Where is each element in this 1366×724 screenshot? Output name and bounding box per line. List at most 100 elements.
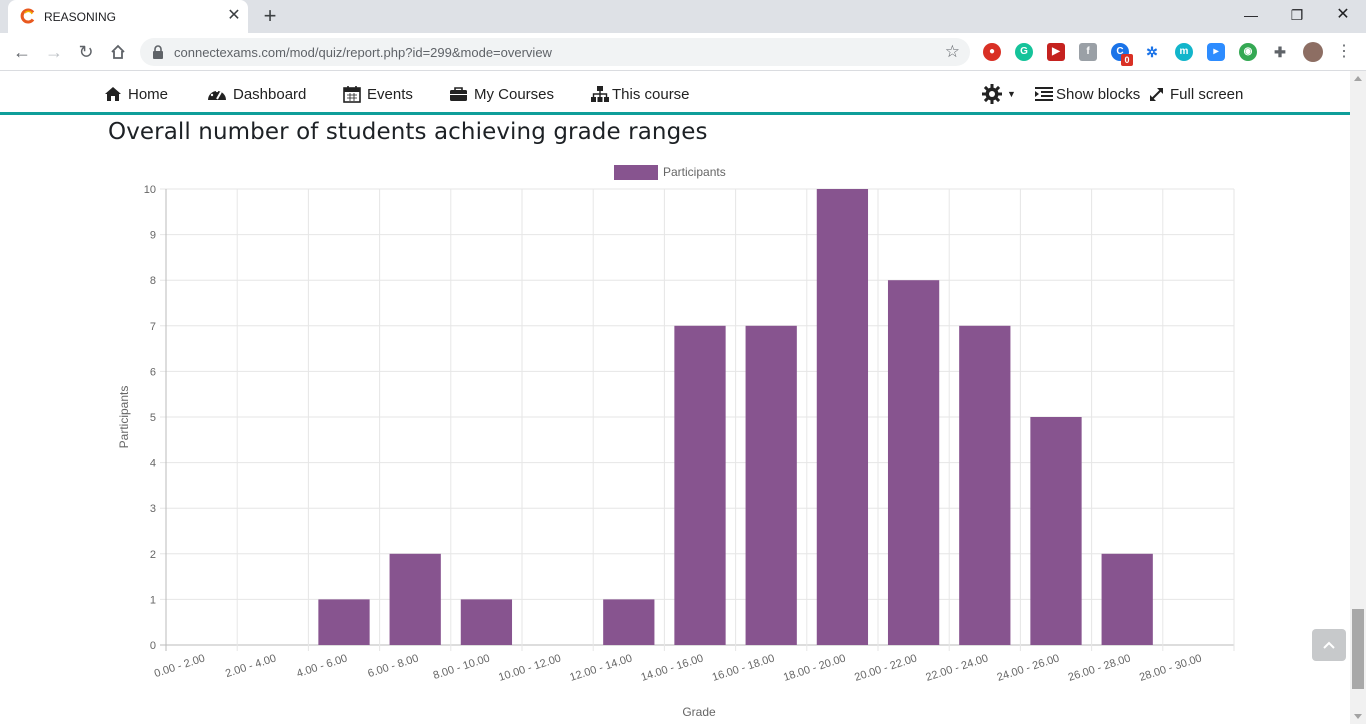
nav-dashboard[interactable]: Dashboard xyxy=(207,83,306,105)
meet-extension-icon[interactable]: m xyxy=(1175,43,1193,61)
nav-home[interactable]: Home xyxy=(104,83,168,105)
x-tick-label: 26.00 - 28.00 xyxy=(1067,652,1132,683)
x-tick-label: 4.00 - 6.00 xyxy=(295,652,349,680)
nav-home-label: Home xyxy=(128,85,169,103)
profile-avatar[interactable] xyxy=(1303,42,1323,62)
full-screen-button[interactable]: Full screen xyxy=(1148,83,1243,105)
nav-events[interactable]: Events xyxy=(343,83,413,105)
x-tick-label: 16.00 - 18.00 xyxy=(711,652,776,683)
globe-extension-icon[interactable]: ◉ xyxy=(1239,43,1257,61)
nav-this-course[interactable]: This course xyxy=(590,83,690,105)
y-tick-label: 2 xyxy=(150,549,156,561)
x-tick-label: 18.00 - 20.00 xyxy=(782,652,847,683)
x-tick-label: 12.00 - 14.00 xyxy=(568,652,633,683)
reload-icon[interactable]: ↻ xyxy=(74,40,98,64)
bar-22-00-24-00 xyxy=(959,325,1011,645)
tab-close-icon[interactable]: ✕ xyxy=(224,6,244,26)
y-tick-label: 9 xyxy=(150,230,156,242)
legend-swatch xyxy=(614,165,658,180)
extension-badge: 0 xyxy=(1121,54,1133,66)
y-tick-label: 0 xyxy=(150,640,156,652)
restore-icon[interactable]: ❐ xyxy=(1282,4,1312,26)
chevron-up-icon xyxy=(1323,641,1335,649)
browser-tab[interactable]: REASONING ✕ xyxy=(8,0,248,33)
zoom-extension-icon[interactable]: ▸ xyxy=(1207,43,1225,61)
grade-distribution-chart: 0 1 2 3 4 5 6 7 8 9 10 0.00 - 2.00 2.00 - 4.00 4.00 -… xyxy=(117,165,1235,719)
x-tick-label: 2.00 - 4.00 xyxy=(224,652,278,680)
y-tick-label: 1 xyxy=(150,594,156,606)
show-blocks-label: Show blocks xyxy=(1056,85,1141,103)
tab-title: REASONING xyxy=(44,10,117,24)
browser-toolbar: ← → ↻ connectexams.com/mod/quiz/report.p… xyxy=(0,33,1366,71)
scroll-down-icon[interactable] xyxy=(1354,714,1362,719)
y-tick-label: 10 xyxy=(144,184,156,196)
moodle-favicon-icon xyxy=(20,8,35,24)
extensions-puzzle-icon[interactable]: ✚ xyxy=(1271,43,1289,61)
home-icon xyxy=(105,87,121,101)
sitemap-icon xyxy=(591,86,609,102)
minimize-icon[interactable]: — xyxy=(1236,4,1266,26)
x-axis-title: Grade xyxy=(682,705,716,719)
nav-dashboard-label: Dashboard xyxy=(233,85,307,103)
y-tick-label: 6 xyxy=(150,366,156,378)
page-title: Overall number of students achieving gra… xyxy=(108,119,708,145)
x-tick-label: 14.00 - 16.00 xyxy=(640,652,705,683)
nav-events-label: Events xyxy=(367,85,413,103)
address-bar[interactable]: connectexams.com/mod/quiz/report.php?id=… xyxy=(140,38,970,66)
calendar-icon xyxy=(343,86,361,103)
gear-icon xyxy=(982,84,1002,104)
bar-24-00-26-00 xyxy=(1030,417,1082,645)
x-tick-label: 28.00 - 30.00 xyxy=(1138,652,1203,683)
y-tick-label: 5 xyxy=(150,412,156,424)
bar-16-00-18-00 xyxy=(745,325,797,645)
forward-icon[interactable]: → xyxy=(42,40,66,64)
url-text: connectexams.com/mod/quiz/report.php?id=… xyxy=(174,45,552,60)
browser-tab-strip: REASONING ✕ + — ❐ ✕ xyxy=(0,0,1366,33)
video-extension-icon[interactable]: ▶ xyxy=(1047,43,1065,61)
nav-this-course-label: This course xyxy=(612,85,690,103)
y-tick-label: 8 xyxy=(150,275,156,287)
nav-my-courses[interactable]: My Courses xyxy=(449,83,554,105)
window-close-icon[interactable]: ✕ xyxy=(1328,4,1358,26)
x-tick-label: 22.00 - 24.00 xyxy=(924,652,989,683)
home-icon[interactable] xyxy=(106,40,130,64)
font-extension-icon[interactable]: f xyxy=(1079,43,1097,61)
network-extension-icon[interactable]: ✲ xyxy=(1143,43,1161,61)
x-tick-label: 24.00 - 26.00 xyxy=(996,652,1061,683)
bookmark-star-icon[interactable]: ☆ xyxy=(945,42,960,62)
new-tab-icon[interactable]: + xyxy=(258,4,282,28)
bar-26-00-28-00 xyxy=(1101,553,1153,645)
adblock-extension-icon[interactable]: ● xyxy=(983,43,1001,61)
x-tick-label: 10.00 - 12.00 xyxy=(497,652,562,683)
browser-menu-icon[interactable]: ⋮ xyxy=(1336,42,1352,62)
bar-14-00-16-00 xyxy=(674,325,726,645)
show-blocks-icon xyxy=(1035,87,1053,101)
bar-8-00-10-00 xyxy=(460,599,513,645)
legend-label: Participants xyxy=(663,165,726,179)
back-icon[interactable]: ← xyxy=(10,40,34,64)
scroll-up-icon[interactable] xyxy=(1354,76,1362,81)
x-tick-label: 20.00 - 22.00 xyxy=(853,652,918,683)
lock-icon xyxy=(153,45,163,59)
y-tick-label: 7 xyxy=(150,321,156,333)
nav-my-courses-label: My Courses xyxy=(474,85,555,103)
bar-20-00-22-00 xyxy=(887,280,940,645)
briefcase-icon xyxy=(450,87,467,101)
back-to-top-button[interactable] xyxy=(1312,629,1346,661)
site-navbar: Home Dashboard Events My Courses This co… xyxy=(0,71,1350,115)
scrollbar-thumb[interactable] xyxy=(1352,609,1364,689)
bar-6-00-8-00 xyxy=(389,553,441,645)
caret-down-icon: ▼ xyxy=(1007,89,1016,99)
grammarly-extension-icon[interactable]: G xyxy=(1015,43,1033,61)
x-tick-label: 0.00 - 2.00 xyxy=(153,652,207,680)
show-blocks-button[interactable]: Show blocks xyxy=(1034,83,1140,105)
page-scrollbar[interactable] xyxy=(1350,71,1366,724)
bar-18-00-20-00 xyxy=(816,189,869,645)
full-screen-label: Full screen xyxy=(1170,85,1244,103)
bar-4-00-6-00 xyxy=(318,599,370,645)
x-tick-label: 8.00 - 10.00 xyxy=(432,652,492,682)
bar-12-00-14-00 xyxy=(603,599,655,645)
settings-menu[interactable]: ▼ xyxy=(981,83,1016,105)
y-axis-title: Participants xyxy=(117,386,131,449)
x-tick-label: 6.00 - 8.00 xyxy=(366,652,420,680)
